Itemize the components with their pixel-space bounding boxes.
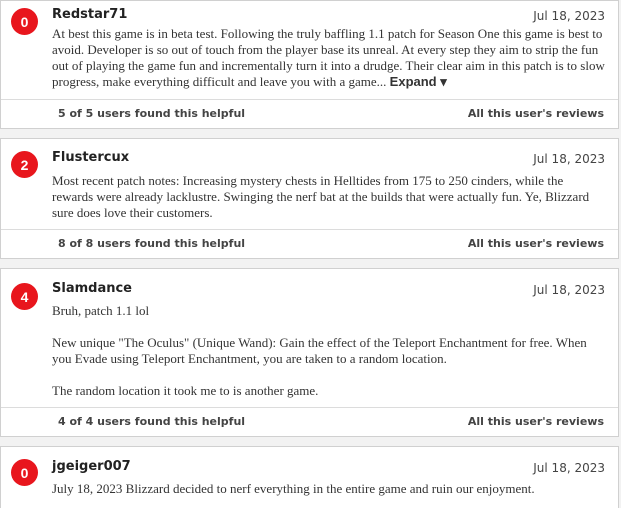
score-badge: 2	[11, 151, 38, 178]
review-date: Jul 18, 2023	[533, 152, 605, 166]
all-user-reviews-link[interactable]: All this user's reviews	[468, 237, 604, 250]
review-author[interactable]: jgeiger007	[52, 459, 131, 474]
review-text: July 18, 2023 Blizzard decided to nerf e…	[52, 481, 606, 497]
all-user-reviews-link[interactable]: All this user's reviews	[468, 107, 604, 120]
helpful-count: 5 of 5 users found this helpful	[58, 107, 246, 120]
review-author[interactable]: Flustercux	[52, 150, 129, 165]
expand-button[interactable]: Expand ▾	[390, 74, 447, 89]
review-paragraph: At best this game is in beta test. Follo…	[52, 26, 605, 89]
review-text: Most recent patch notes: Increasing myst…	[52, 173, 606, 221]
review-text: At best this game is in beta test. Follo…	[52, 26, 606, 90]
score-badge: 4	[11, 283, 38, 310]
review-card: 0 Redstar71 Jul 18, 2023 At best this ga…	[0, 0, 619, 129]
helpful-count: 8 of 8 users found this helpful	[58, 237, 246, 250]
review-footer: 5 of 5 users found this helpful All this…	[1, 99, 618, 128]
review-footer: 4 of 4 users found this helpful All this…	[1, 407, 618, 436]
review-paragraph: Most recent patch notes: Increasing myst…	[52, 173, 590, 220]
review-author[interactable]: Slamdance	[52, 281, 132, 296]
review-card: 2 Flustercux Jul 18, 2023 Most recent pa…	[0, 138, 619, 259]
helpful-count: 4 of 4 users found this helpful	[58, 415, 246, 428]
review-paragraph: New unique "The Oculus" (Unique Wand): G…	[52, 335, 587, 366]
review-author[interactable]: Redstar71	[52, 7, 127, 22]
review-date: Jul 18, 2023	[533, 9, 605, 23]
review-paragraph: Bruh, patch 1.1 lol	[52, 303, 150, 318]
score-badge: 0	[11, 459, 38, 486]
review-text: Bruh, patch 1.1 lol New unique "The Ocul…	[52, 303, 606, 399]
review-date: Jul 18, 2023	[533, 283, 605, 297]
review-paragraph: July 18, 2023 Blizzard decided to nerf e…	[52, 481, 535, 496]
review-date: Jul 18, 2023	[533, 461, 605, 475]
review-footer: 8 of 8 users found this helpful All this…	[1, 229, 618, 258]
all-user-reviews-link[interactable]: All this user's reviews	[468, 415, 604, 428]
review-card: 4 Slamdance Jul 18, 2023 Bruh, patch 1.1…	[0, 268, 619, 437]
review-paragraph: The random location it took me to is ano…	[52, 383, 319, 398]
review-card: 0 jgeiger007 Jul 18, 2023 July 18, 2023 …	[0, 446, 619, 508]
score-badge: 0	[11, 8, 38, 35]
